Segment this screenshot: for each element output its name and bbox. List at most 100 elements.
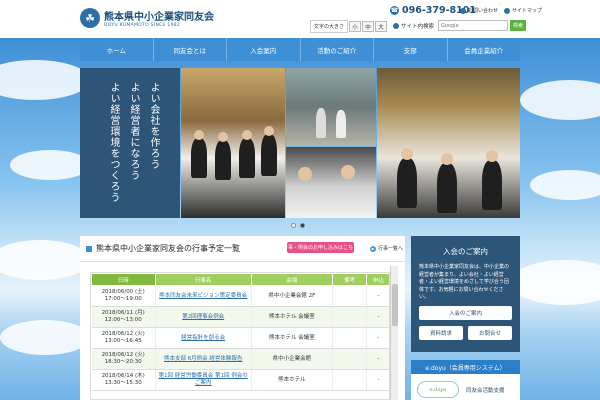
slide-dot-2[interactable]: [300, 223, 305, 228]
cell-venue: 熊本ホテル 会議室: [251, 327, 334, 349]
nav-item-activities[interactable]: 活動のご紹介: [301, 38, 374, 61]
event-list-link[interactable]: ▶ 行事一覧へ: [370, 245, 403, 252]
cloud: [510, 260, 600, 305]
cell-date: 2018/06/00 (土) 17:00〜19:00: [91, 285, 156, 307]
bullet-icon: [504, 7, 511, 14]
edoyu-bar: e.doyu（会員専用システム）: [411, 360, 520, 374]
search-label: サイト内検索: [393, 22, 434, 30]
cloud: [0, 320, 90, 355]
edoyu-logo: e.doyu: [417, 381, 459, 398]
edoyu-banner[interactable]: e.doyu（会員専用システム） e.doyu 同友会活動支援: [411, 360, 520, 400]
font-size-large-button[interactable]: 大: [375, 21, 388, 32]
cell-event-link[interactable]: 熊本支部 6月例会 経営体験報告: [155, 348, 252, 370]
nav-item-members[interactable]: 会員企業紹介: [448, 38, 521, 61]
column-header-apply: 申込: [366, 273, 389, 286]
table-row: 2018/06/12 (火) 13:00〜16:45 経営指針を創る会 熊本ホテル …: [91, 327, 389, 349]
nav-item-home[interactable]: ホーム: [80, 38, 154, 61]
schedule-scrollbar[interactable]: [390, 266, 398, 400]
person-figure: [397, 158, 417, 208]
person-figure: [239, 138, 255, 178]
cell-note: [332, 348, 368, 370]
site-subtitle: DOYU KUMAMOTO SINCE 1982: [104, 23, 181, 28]
site-logo[interactable]: ☘ 熊本県中小企業家同友会 DOYU KUMAMOTO SINCE 1982: [80, 8, 214, 28]
schedule-header: 熊本県中小企業家同友会の行事予定一覧 行事・例会のお申し込みはこちら ▶ 行事一覧…: [80, 236, 405, 262]
cell-note: [332, 369, 368, 391]
join-panel: 入会のご案内 熊本県中小企業家同友会は、中小企業の経営者が集まり、よい会社・よい…: [411, 236, 520, 352]
cell-note: [332, 306, 368, 328]
table-row: 2018/06/14 (木) 13:30〜15:30 第1回 経営労働委員会 第1…: [91, 369, 389, 391]
join-panel-title: 入会のご案内: [443, 247, 488, 256]
font-size-small-button[interactable]: 小: [349, 21, 362, 32]
schedule-table: 日時 行事名 会場 備考 申込 2018/06/00 (土) 17:00〜19:…: [91, 273, 389, 391]
cloud: [10, 150, 90, 180]
person-figure: [261, 134, 277, 176]
join-info-button[interactable]: 入会のご案内: [419, 306, 512, 320]
sitemap-link-label: サイトマップ: [512, 8, 543, 14]
cell-date: 2018/06/11 (月) 12:00〜13:00: [91, 306, 156, 328]
hero-slideshow: よい会社を作ろう よい経営者になろう よい経営環境をつくろう: [80, 68, 520, 218]
cell-event-link[interactable]: 熊本同友会未来ビジョン策定委員会: [155, 285, 252, 307]
cloud: [0, 240, 90, 280]
person-figure: [191, 138, 207, 178]
table-row: 2018/06/00 (土) 17:00〜19:00 熊本同友会未来ビジョン策定委…: [91, 285, 389, 307]
contact-link-label: お問い合わせ: [468, 8, 499, 14]
cell-event-link[interactable]: 第2回理事会例会: [155, 306, 252, 328]
slogan-line: よい会社を作ろう: [148, 82, 159, 170]
slogan-line: よい経営環境をつくろう: [108, 82, 119, 203]
inquiry-button[interactable]: お問合せ: [468, 326, 512, 340]
hero-photo-meeting: [181, 68, 285, 218]
nav-item-branches[interactable]: 支部: [374, 38, 448, 61]
slogan-line: よい経営者になろう: [128, 82, 139, 181]
person-face: [242, 130, 252, 140]
font-size-medium-button[interactable]: 中: [362, 21, 375, 32]
cell-apply: -: [366, 327, 389, 349]
scrollbar-thumb[interactable]: [392, 284, 398, 326]
hero-photo-banquet: [377, 68, 520, 218]
search-button[interactable]: 検索: [510, 20, 527, 31]
nav-item-about[interactable]: 同友会とは: [154, 38, 227, 61]
contact-link[interactable]: お問い合わせ: [460, 7, 498, 14]
edoyu-label: 同友会活動支援: [466, 388, 505, 394]
font-size-label: 文字の大きさ: [310, 20, 349, 33]
person-face: [298, 167, 312, 181]
cell-event-link[interactable]: 経営指針を創る会: [155, 327, 252, 349]
cell-date: 2018/06/12 (火) 18:30〜20:30: [91, 348, 156, 370]
column-header-date: 日時: [91, 273, 156, 286]
person-figure: [316, 108, 326, 138]
bullet-icon: [460, 7, 466, 14]
person-face: [194, 130, 204, 140]
person-figure: [482, 160, 502, 210]
header-links: お問い合わせ サイトマップ: [460, 7, 542, 14]
table-row: 2018/06/11 (月) 12:00〜13:00 第2回理事会例会 熊本ホテル …: [91, 306, 389, 328]
sitemap-link[interactable]: サイトマップ: [504, 7, 542, 14]
apply-event-button[interactable]: 行事・例会のお申し込みはこちら: [283, 242, 358, 253]
site-header: ☘ 熊本県中小企業家同友会 DOYU KUMAMOTO SINCE 1982 ☎…: [0, 0, 600, 38]
cell-apply: -: [366, 285, 389, 307]
logo-text: 熊本県中小企業家同友会 DOYU KUMAMOTO SINCE 1982: [104, 8, 214, 28]
site-title: 熊本県中小企業家同友会: [104, 12, 214, 23]
person-face: [486, 150, 498, 162]
cell-venue: 県中小企業会館 2F: [251, 285, 334, 307]
join-panel-text: 熊本県中小企業家同友会は、中小企業の経営者が集まり、よい会社・よい経営者・よい経…: [419, 264, 510, 300]
hero-photo-factory: [286, 68, 376, 146]
schedule-table-wrap: 日時 行事名 会場 備考 申込 2018/06/00 (土) 17:00〜19:…: [90, 272, 390, 400]
person-face: [264, 126, 274, 136]
title-square-icon: [86, 245, 92, 252]
site-search: サイト内検索 検索: [393, 20, 527, 31]
hero-photo-discussion: [286, 147, 376, 218]
cell-venue: 熊本ホテル 会議室: [251, 306, 334, 328]
request-materials-button[interactable]: 資料請求: [419, 326, 463, 340]
cell-venue: 熊本ホテル: [251, 369, 334, 391]
cell-note: [332, 285, 368, 307]
schedule-section: 熊本県中小企業家同友会の行事予定一覧 行事・例会のお申し込みはこちら ▶ 行事一覧…: [80, 236, 405, 400]
nav-item-join[interactable]: 入会案内: [227, 38, 301, 61]
global-nav: ホーム 同友会とは 入会案内 活動のご紹介 支部 会員企業紹介: [80, 38, 520, 61]
cell-apply: -: [366, 348, 389, 370]
search-input[interactable]: [438, 20, 509, 31]
person-face: [401, 148, 413, 160]
cell-event-link[interactable]: 第1回 経営労働委員会 第1回 例会のご案内: [155, 369, 252, 391]
person-figure: [437, 163, 457, 213]
arrow-right-icon: ▶: [370, 245, 376, 252]
slide-dot-1[interactable]: [291, 223, 296, 228]
person-figure: [215, 140, 231, 180]
